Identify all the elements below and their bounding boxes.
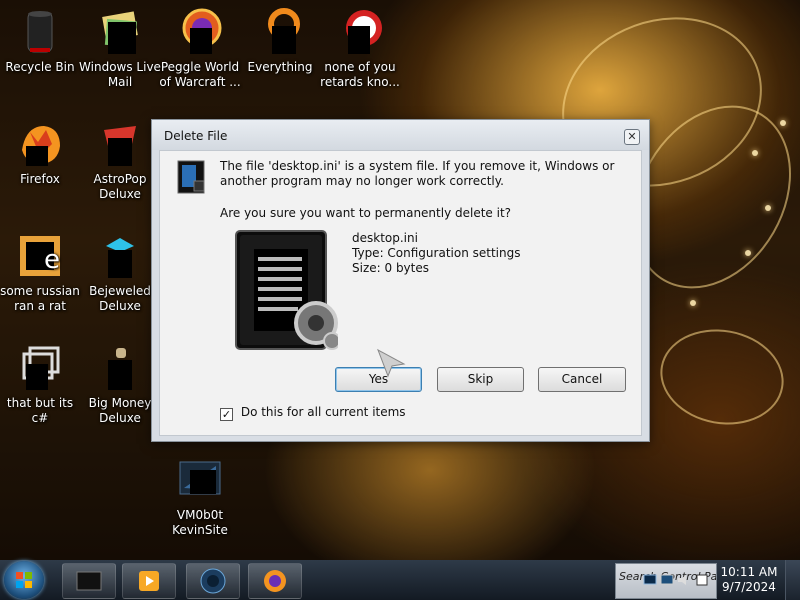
monitor-icon[interactable] [660,574,674,586]
firefox-icon [16,120,64,168]
desktop-icon-recycle-bin[interactable]: Recycle Bin [0,8,82,75]
desktop-icon-label: Windows Live Mail [79,60,161,89]
taskbar-button-media-player[interactable] [122,563,176,599]
file-type: Type: Configuration settings [352,246,521,260]
taskbar-button-firefox[interactable] [248,563,302,599]
desktop-icon-windows-live-mail[interactable]: Windows Live Mail [78,8,162,90]
astropop-icon [96,120,144,168]
desktop-icon-shortcut[interactable]: none of you retards kno... [318,8,402,90]
globe-icon [200,568,226,594]
start-button[interactable] [4,561,44,599]
recycle-bin-icon [16,8,64,56]
desktop-icon-label: Bejeweled Deluxe [89,284,151,313]
vm-icon [176,456,224,504]
file-info: desktop.ini Type: Configuration settings… [352,231,520,276]
desktop-icon-label: Big Money Deluxe [88,396,152,425]
peggle-icon [176,8,224,56]
desktop-icon-astropop[interactable]: AstroPop Deluxe [78,120,162,202]
firefox-icon [264,570,286,592]
apply-to-all-row: ✓ Do this for all current items [220,405,406,421]
shortcut-icon [336,8,384,56]
cancel-button[interactable]: Cancel [538,367,626,392]
confirm-question: Are you sure you want to permanently del… [220,206,512,220]
desktop-icon-label: some russian ran a rat [0,284,80,313]
shortcut-icon [16,344,64,392]
mouse-cursor-icon [377,348,406,378]
wallpaper-sparkle [690,300,696,306]
desktop-icon-firefox[interactable]: Firefox [0,120,82,187]
desktop-icon-label: Firefox [20,172,60,186]
warning-message: The file 'desktop.ini' is a system file.… [220,159,615,188]
taskbar-button-globe[interactable] [186,563,240,599]
wallpaper-sparkle [780,120,786,126]
desktop-icon-label: VM0b0t KevinSite [172,508,228,537]
taskbar: Search Control Panel 10:11 AM 9/7/2024 [0,560,800,600]
desktop-icon-bejeweled[interactable]: Bejeweled Deluxe [78,232,162,314]
application-icon: e [16,232,64,280]
everything-icon [256,8,304,56]
desktop-icon-label: Peggle World of Warcraft ... [159,60,241,89]
apply-to-all-checkbox[interactable]: ✓ [220,408,233,421]
media-player-icon [139,571,159,591]
close-button[interactable]: ✕ [624,129,640,145]
file-name: desktop.ini [352,231,418,245]
desktop-icon-label: Everything [247,60,313,74]
show-desktop-button[interactable] [785,560,800,600]
clock-time: 10:11 AM [720,565,778,579]
system-file-icon [176,159,208,195]
system-clock[interactable]: 10:11 AM 9/7/2024 [720,565,778,595]
desktop-icon-shortcut[interactable]: that but its c# [0,344,82,426]
desktop-icon-vm[interactable]: VM0b0t KevinSite [158,456,242,538]
desktop-icon-label: AstroPop Deluxe [93,172,147,201]
apply-to-all-label[interactable]: Do this for all current items [241,405,406,419]
skip-button[interactable]: Skip [437,367,524,392]
wallpaper-sparkle [765,205,771,211]
windows-logo-icon [16,572,32,588]
big-money-icon [96,344,144,392]
windows-live-mail-icon [96,8,144,56]
file-size: Size: 0 bytes [352,261,429,275]
computer-icon [76,571,102,591]
desktop-icon-label: that but its c# [6,396,74,425]
dialog-title: Delete File [164,129,228,143]
svg-text:e: e [44,245,60,275]
desktop-icon-everything[interactable]: Everything [238,8,322,75]
close-icon: ✕ [627,130,637,143]
dialog-titlebar[interactable]: Delete File ✕ [152,120,649,150]
desktop-icon-big-money[interactable]: Big Money Deluxe [78,344,162,426]
desktop-icon-peggle[interactable]: Peggle World of Warcraft ... [158,8,242,90]
wallpaper-sparkle [745,250,751,256]
desktop-icon-label: Recycle Bin [5,60,75,74]
wallpaper-sparkle [752,150,758,156]
config-file-icon [234,229,341,351]
dialog-content: The file 'desktop.ini' is a system file.… [159,150,642,436]
bejeweled-icon [96,232,144,280]
delete-file-dialog: Delete File ✕ The file 'desktop.ini' is … [151,119,650,442]
wallpaper-swirl [652,319,792,435]
desktop-icon-application[interactable]: e some russian ran a rat [0,232,82,314]
flag-icon[interactable] [695,574,709,586]
network-icon[interactable] [643,574,657,586]
clock-date: 9/7/2024 [722,580,776,594]
volume-icon[interactable] [677,574,691,586]
desktop-icon-label: none of you retards kno... [320,60,400,89]
taskbar-button-computer[interactable] [62,563,116,599]
